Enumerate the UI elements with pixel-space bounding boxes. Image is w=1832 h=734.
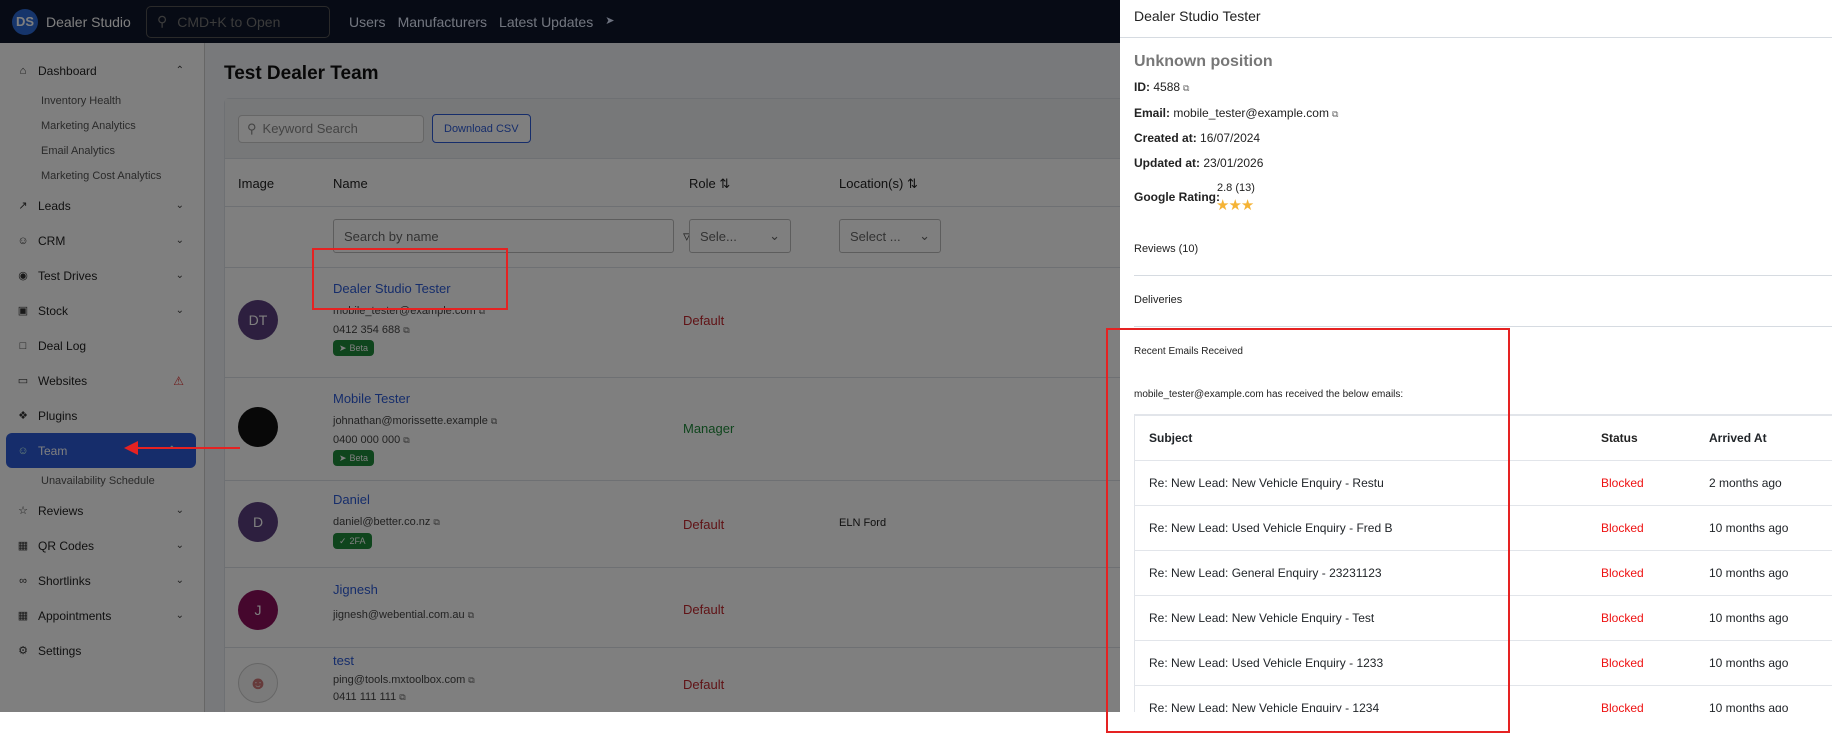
position: Unknown position: [1134, 53, 1273, 70]
copy-icon[interactable]: ⧉: [1183, 83, 1189, 93]
panel-title: Dealer Studio Tester: [1120, 0, 1832, 38]
app: DS Dealer Studio ⚲CMD+K to Open Users Ma…: [0, 0, 1832, 712]
updated-label: Updated at:: [1134, 156, 1200, 170]
email-status: Blocked: [1601, 566, 1644, 580]
copy-icon[interactable]: ⧉: [1332, 109, 1338, 119]
created-label: Created at:: [1134, 131, 1197, 145]
email-arrived: 2 months ago: [1709, 476, 1782, 490]
email-value: mobile_tester@example.com: [1173, 106, 1329, 120]
email-arrived: 10 months ago: [1709, 566, 1789, 580]
id-field: ID: 4588 ⧉: [1134, 80, 1189, 94]
annotation-highlight-name: [312, 248, 508, 310]
annotation-arrow-head-icon: [124, 441, 138, 455]
col-status: Status: [1601, 431, 1638, 445]
email-status: Blocked: [1601, 476, 1644, 490]
email-field: Email: mobile_tester@example.com ⧉: [1134, 106, 1338, 120]
col-arrived-at: Arrived At: [1709, 431, 1767, 445]
id-value: 4588: [1153, 80, 1181, 94]
reviews-section[interactable]: Reviews (10): [1134, 243, 1198, 255]
email-arrived: 10 months ago: [1709, 701, 1789, 712]
updated-value: 23/01/2026: [1203, 156, 1264, 170]
email-status: Blocked: [1601, 701, 1644, 712]
rating-stars-icon: ★★★: [1216, 197, 1254, 214]
id-label: ID:: [1134, 80, 1150, 94]
annotation-highlight-emails: [1106, 328, 1510, 733]
email-label: Email:: [1134, 106, 1171, 120]
annotation-arrow: [128, 447, 240, 449]
google-rating-label: Google Rating:: [1134, 190, 1220, 204]
created-value: 16/07/2024: [1200, 131, 1261, 145]
updated-field: Updated at: 23/01/2026: [1134, 156, 1263, 170]
created-field: Created at: 16/07/2024: [1134, 131, 1260, 145]
email-arrived: 10 months ago: [1709, 521, 1789, 535]
email-arrived: 10 months ago: [1709, 656, 1789, 670]
email-arrived: 10 months ago: [1709, 611, 1789, 625]
email-status: Blocked: [1601, 521, 1644, 535]
email-status: Blocked: [1601, 656, 1644, 670]
email-status: Blocked: [1601, 611, 1644, 625]
rating-value: 2.8 (13): [1217, 182, 1255, 194]
deliveries-section[interactable]: Deliveries: [1134, 294, 1182, 306]
rating-label: Google Rating:: [1134, 190, 1220, 204]
